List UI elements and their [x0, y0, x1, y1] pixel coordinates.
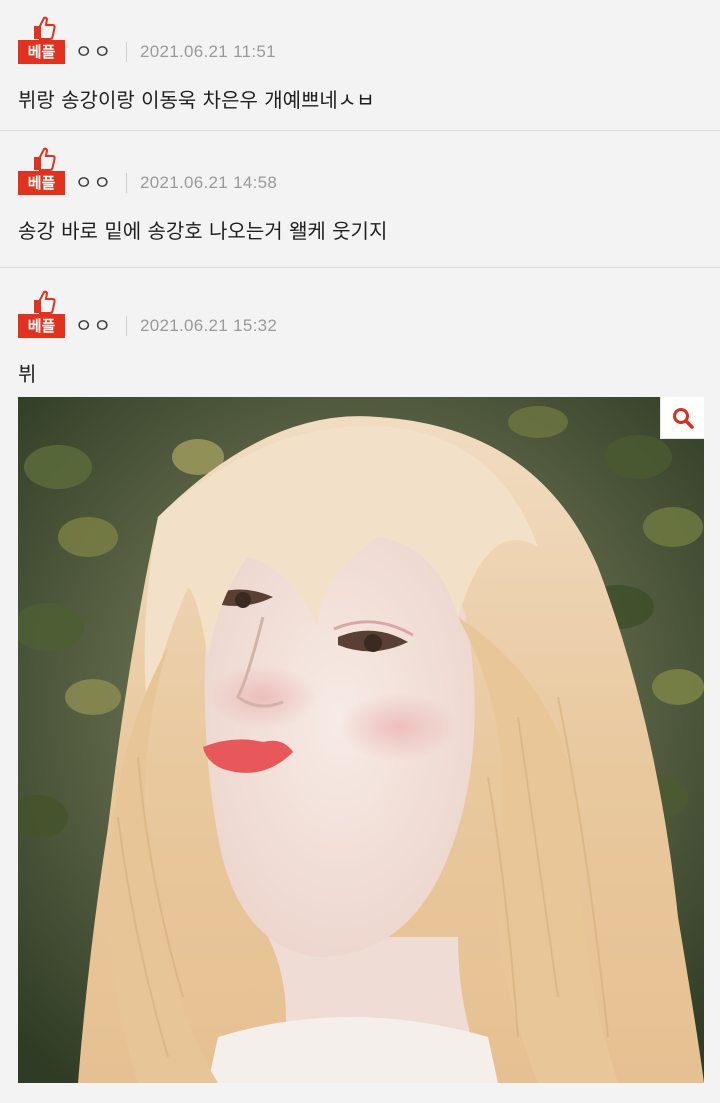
portrait-illustration	[18, 397, 704, 1083]
comment-date: 2021.06.21 11:51	[139, 42, 276, 61]
thumbs-up-icon	[34, 16, 56, 40]
meta-divider	[125, 316, 127, 336]
best-label: 베플	[18, 40, 65, 64]
best-comment-badge: 베플	[18, 290, 65, 338]
best-comment-badge: 베플	[18, 147, 65, 195]
comment-text: 송강 바로 밑에 송강호 나오는거 왤케 웃기지	[18, 219, 388, 243]
comment-text: 뷔랑 송강이랑 이동욱 차은우 개예쁘네ㅅㅂ	[18, 88, 375, 112]
comment: 베플 ㅇㅇ 2021.06.21 14:58 송강 바로 밑에 송강호 나오는거…	[0, 131, 720, 268]
comment-meta: 베플 ㅇㅇ 2021.06.21 14:58	[18, 147, 277, 195]
thumbs-up-icon	[34, 147, 56, 171]
meta-divider	[125, 42, 127, 62]
comment-date: 2021.06.21 14:58	[139, 173, 278, 192]
thumbs-up-icon	[34, 290, 56, 314]
comment: 베플 ㅇㅇ 2021.06.21 15:32 뷔	[0, 268, 720, 1102]
best-comment-badge: 베플	[18, 16, 65, 64]
comment-photo[interactable]	[18, 397, 704, 1083]
comment-text: 뷔	[18, 362, 37, 386]
comment-meta: 베플 ㅇㅇ 2021.06.21 15:32	[18, 290, 277, 338]
comment-meta: 베플 ㅇㅇ 2021.06.21 11:51	[18, 16, 276, 64]
comment: 베플 ㅇㅇ 2021.06.21 11:51 뷔랑 송강이랑 이동욱 차은우 개…	[0, 0, 720, 131]
meta-divider	[125, 173, 127, 193]
zoom-button[interactable]	[660, 397, 704, 439]
magnifier-icon	[672, 407, 694, 429]
best-label: 베플	[18, 314, 65, 338]
author-name[interactable]: ㅇㅇ	[75, 171, 112, 195]
author-name[interactable]: ㅇㅇ	[75, 314, 112, 338]
comment-date: 2021.06.21 15:32	[139, 316, 278, 335]
best-label: 베플	[18, 171, 65, 195]
author-name[interactable]: ㅇㅇ	[75, 40, 112, 64]
